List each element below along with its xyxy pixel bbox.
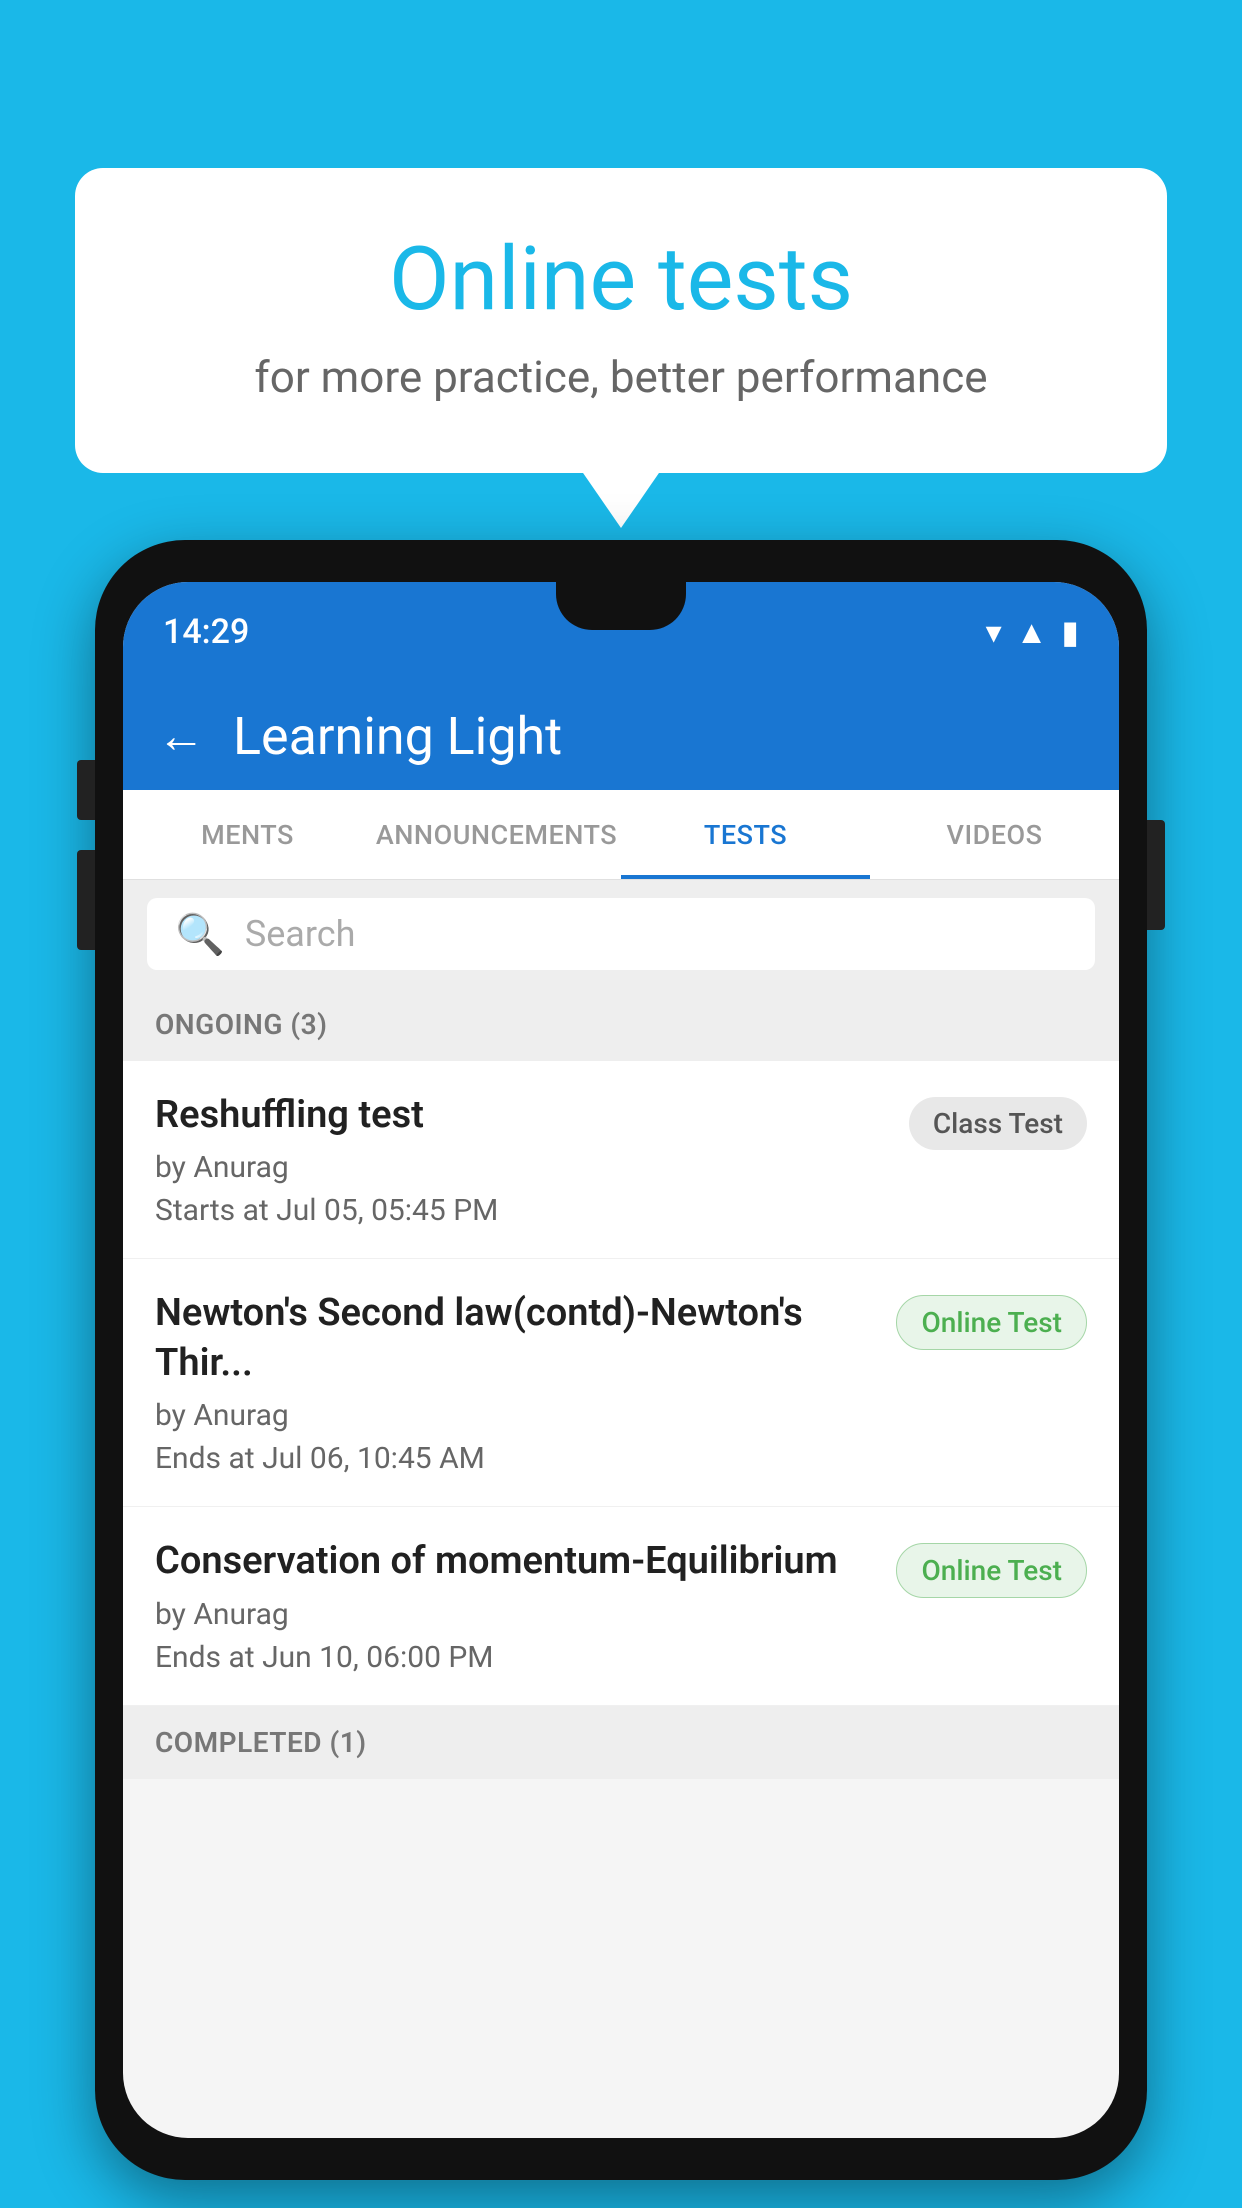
speech-bubble: Online tests for more practice, better p… bbox=[75, 168, 1167, 473]
test-badge-3: Online Test bbox=[896, 1543, 1087, 1598]
tab-videos[interactable]: VIDEOS bbox=[870, 790, 1119, 879]
phone-screen: 14:29 ▾ ▲ ▮ ← Learning Light MENTS ANNOU… bbox=[123, 582, 1119, 2138]
tab-announcements[interactable]: ANNOUNCEMENTS bbox=[372, 790, 621, 879]
test-badge-2: Online Test bbox=[896, 1295, 1087, 1350]
test-time-3: Ends at Jun 10, 06:00 PM bbox=[155, 1640, 876, 1675]
wifi-icon: ▾ bbox=[986, 613, 1002, 651]
battery-icon: ▮ bbox=[1061, 613, 1079, 651]
phone-frame: 14:29 ▾ ▲ ▮ ← Learning Light MENTS ANNOU… bbox=[95, 540, 1147, 2180]
test-item-1[interactable]: Reshuffling test by Anurag Starts at Jul… bbox=[123, 1061, 1119, 1259]
back-button[interactable]: ← bbox=[157, 712, 205, 760]
search-icon: 🔍 bbox=[175, 911, 225, 958]
test-author-3: by Anurag bbox=[155, 1597, 876, 1632]
test-list: Reshuffling test by Anurag Starts at Jul… bbox=[123, 1061, 1119, 1706]
notch-cutout bbox=[556, 582, 686, 630]
tab-tests[interactable]: TESTS bbox=[621, 790, 870, 879]
test-author-2: by Anurag bbox=[155, 1398, 876, 1433]
test-info-2: Newton's Second law(contd)-Newton's Thir… bbox=[155, 1289, 876, 1476]
test-time-2: Ends at Jul 06, 10:45 AM bbox=[155, 1441, 876, 1476]
app-bar: ← Learning Light bbox=[123, 682, 1119, 790]
test-badge-1: Class Test bbox=[909, 1097, 1087, 1150]
signal-icon: ▲ bbox=[1016, 613, 1048, 651]
bubble-subtitle: for more practice, better performance bbox=[155, 351, 1087, 403]
status-icons: ▾ ▲ ▮ bbox=[986, 613, 1079, 651]
bubble-title: Online tests bbox=[155, 228, 1087, 331]
test-item-2[interactable]: Newton's Second law(contd)-Newton's Thir… bbox=[123, 1259, 1119, 1507]
test-title-2: Newton's Second law(contd)-Newton's Thir… bbox=[155, 1289, 876, 1388]
test-title-3: Conservation of momentum-Equilibrium bbox=[155, 1537, 876, 1586]
test-item-3[interactable]: Conservation of momentum-Equilibrium by … bbox=[123, 1507, 1119, 1705]
ongoing-section-header: ONGOING (3) bbox=[123, 988, 1119, 1061]
test-info-3: Conservation of momentum-Equilibrium by … bbox=[155, 1537, 876, 1674]
tab-ments[interactable]: MENTS bbox=[123, 790, 372, 879]
test-time-1: Starts at Jul 05, 05:45 PM bbox=[155, 1193, 889, 1228]
test-info-1: Reshuffling test by Anurag Starts at Jul… bbox=[155, 1091, 889, 1228]
test-author-1: by Anurag bbox=[155, 1150, 889, 1185]
app-bar-title: Learning Light bbox=[233, 706, 562, 767]
volume-up-button bbox=[77, 760, 95, 820]
search-box[interactable]: 🔍 Search bbox=[147, 898, 1095, 970]
test-title-1: Reshuffling test bbox=[155, 1091, 889, 1140]
completed-section-header: COMPLETED (1) bbox=[123, 1706, 1119, 1779]
power-button bbox=[1147, 820, 1165, 930]
volume-down-button bbox=[77, 850, 95, 950]
status-bar: 14:29 ▾ ▲ ▮ bbox=[123, 582, 1119, 682]
search-container: 🔍 Search bbox=[123, 880, 1119, 988]
status-time: 14:29 bbox=[163, 612, 249, 652]
search-input[interactable]: Search bbox=[245, 913, 356, 955]
tabs-bar: MENTS ANNOUNCEMENTS TESTS VIDEOS bbox=[123, 790, 1119, 880]
